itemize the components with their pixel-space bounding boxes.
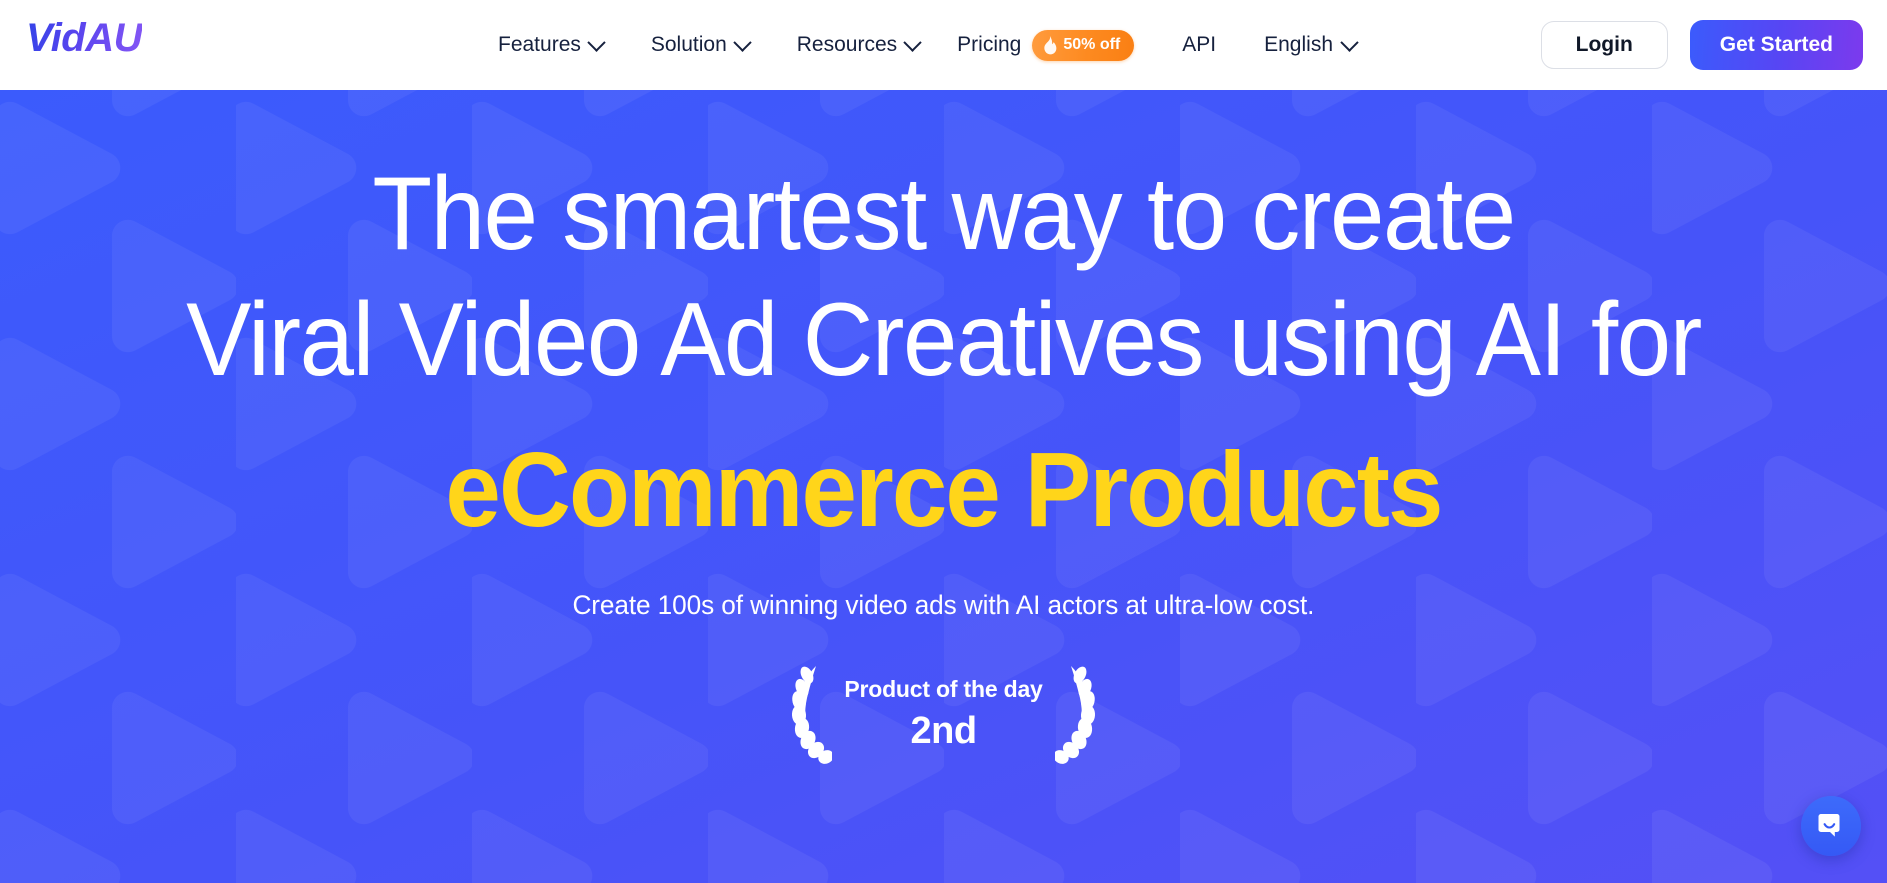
get-started-button[interactable]: Get Started	[1689, 20, 1863, 70]
main-navigation: Features Solution Resources Pricing 50% …	[498, 0, 1378, 90]
brand-logo[interactable]: VidAU	[26, 18, 143, 58]
hero-section: The smartest way to create Viral Video A…	[0, 90, 1887, 883]
nav-item-label: Solution	[650, 33, 727, 56]
chat-launcher-button[interactable]	[1801, 796, 1861, 856]
chat-bubble-icon	[1818, 814, 1840, 837]
product-hunt-badge: Product of the day 2nd	[776, 663, 1110, 768]
hero-subtitle: Create 100s of winning video ads with AI…	[572, 589, 1315, 620]
login-button[interactable]: Login	[1540, 21, 1668, 69]
nav-item-label: Features	[498, 33, 581, 56]
header-actions: Login Get Started	[1540, 0, 1863, 90]
chevron-down-icon	[1340, 32, 1359, 52]
hero-headline-accent: eCommerce Products	[445, 430, 1443, 549]
discount-badge: 50% off	[1032, 29, 1135, 61]
site-header: VidAU Features Solution Resources Pricin…	[0, 0, 1887, 90]
nav-item-pricing[interactable]: Pricing 50% off	[943, 29, 1156, 61]
flame-icon	[1044, 35, 1057, 54]
discount-badge-label: 50% off	[1063, 36, 1121, 53]
nav-item-label: Pricing	[957, 33, 1022, 56]
nav-item-features[interactable]: Features	[498, 18, 627, 72]
nav-item-api[interactable]: API	[1156, 33, 1242, 57]
chevron-down-icon	[733, 32, 752, 52]
nav-item-label: Resources	[796, 33, 898, 56]
chevron-down-icon	[903, 32, 922, 52]
product-hunt-rank: 2nd	[910, 710, 977, 753]
hero-headline-line-2: Viral Video Ad Creatives using AI for	[186, 281, 1702, 398]
hero-headline-line-1: The smartest way to create	[372, 156, 1516, 272]
language-label: English	[1264, 33, 1334, 56]
language-selector[interactable]: English	[1242, 32, 1378, 57]
laurel-left-icon	[792, 665, 833, 764]
hero-headline: The smartest way to create Viral Video A…	[57, 152, 1831, 554]
product-hunt-title: Product of the day	[844, 675, 1043, 702]
chevron-down-icon	[587, 32, 606, 52]
nav-item-solution[interactable]: Solution	[627, 18, 773, 72]
nav-item-resources[interactable]: Resources	[773, 18, 943, 72]
product-hunt-text: Product of the day 2nd	[838, 676, 1048, 755]
laurel-right-icon	[1054, 665, 1095, 764]
